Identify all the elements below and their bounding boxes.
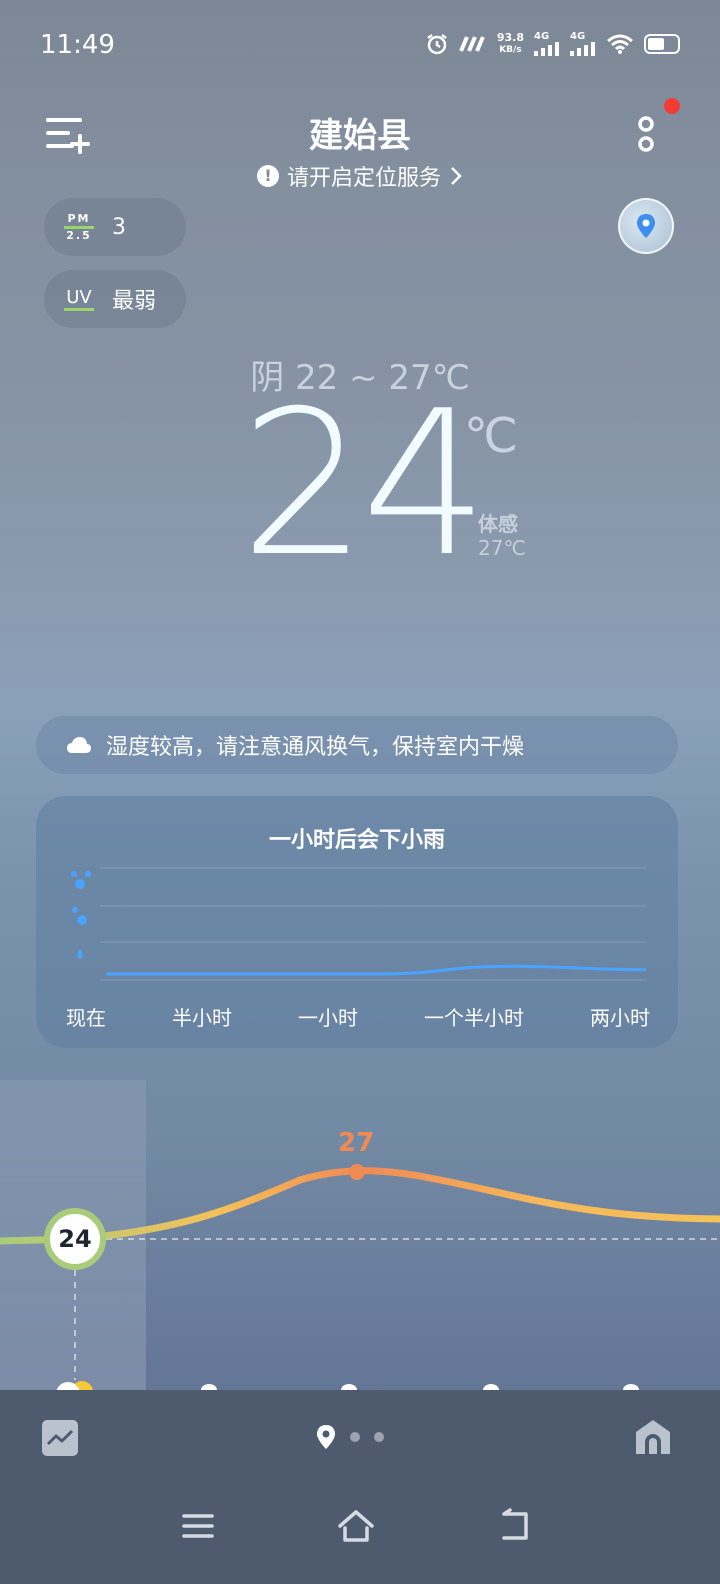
rain-drop-icon [623,1384,639,1390]
back-button[interactable] [496,1506,536,1546]
temperature-line [0,1167,720,1245]
page-indicator [316,1424,384,1450]
hourly-temperature-curve [0,1164,720,1380]
heavy-rain-drops-icon [71,871,91,889]
rain-drop-icon [201,1384,217,1390]
uv-icon: UV [64,287,94,311]
status-time: 11:49 [40,30,115,60]
home-button[interactable] [634,1418,672,1456]
signal-1: 4G [534,32,560,56]
location-service-prompt[interactable]: ! 请开启定位服务 [0,160,720,192]
uv-value: 最弱 [112,289,157,314]
wifi-icon [607,34,633,54]
rain-series-line [106,964,647,976]
axis-label-now: 现在 [66,1006,106,1030]
recent-apps-button[interactable] [178,1506,218,1546]
axis-label-two-hours: 两小时 [590,1006,650,1030]
rain-chart [71,867,647,981]
trend-button[interactable] [42,1420,78,1456]
rain-drop-icon [483,1384,499,1390]
peak-temperature-label: 27 [338,1128,375,1158]
axis-label-one-hour: 一小时 [298,1006,358,1030]
alarm-icon [427,34,447,55]
pm25-icon: PM 2.5 [64,212,94,242]
status-icons: 93.8 KB/s 4G 4G [425,32,680,56]
more-options-button[interactable] [630,112,666,156]
precipitation-card[interactable]: 一小时后会下小雨 现在 半小时 一小时 一个半小时 两小时 [36,796,678,1048]
axis-label-one-half-hour: 一个半小时 [424,1006,524,1030]
system-home-button[interactable] [336,1506,376,1546]
tip-text: 湿度较高，请注意通风换气，保持室内干燥 [106,735,525,760]
map-button[interactable] [618,198,674,254]
feels-like-label: 体感 [478,512,518,536]
back-arrow-icon [502,1508,528,1540]
home-outline-icon [338,1510,374,1542]
menu-icon [182,1514,214,1538]
map-pin-icon [637,214,655,238]
rain-title: 一小时后会下小雨 [268,828,445,853]
temperature-unit: ℃ [464,408,518,464]
signal-bars-icon [570,42,595,56]
cloud-icon [67,737,91,753]
pm25-pill[interactable]: PM 2.5 3 [44,198,186,256]
page-dot[interactable] [350,1432,360,1442]
rain-drop-icon [341,1384,357,1390]
bottom-bar [0,1390,720,1584]
peak-point [349,1164,365,1180]
rain-time-axis: 现在 半小时 一小时 一个半小时 两小时 [66,1002,650,1031]
weather-tip[interactable]: 湿度较高，请注意通风换气，保持室内干燥 [36,716,678,774]
location-warning-text: 请开启定位服务 [286,166,441,191]
page-dot[interactable] [374,1432,384,1442]
current-temperature: 24 [240,368,488,601]
uv-pill[interactable]: UV 最弱 [44,270,186,328]
location-pin-icon [317,1425,335,1449]
medium-rain-drops-icon [72,907,87,925]
current-hour-temp: 24 [44,1208,106,1270]
signal-bars-icon [534,42,559,56]
city-name[interactable]: 建始县 [0,108,720,157]
net-speed: 93.8 KB/s [496,31,524,56]
pm25-value: 3 [112,214,126,240]
feels-like-value: 27℃ [478,536,526,560]
axis-label-half-hour: 半小时 [172,1006,232,1030]
notification-badge [664,98,680,114]
home-icon [636,1420,670,1454]
chevron-right-icon [451,167,462,185]
light-rain-drop-icon [77,948,83,959]
hourly-rain-row [0,1376,720,1390]
more-dots-icon [638,116,654,152]
trend-chart-icon [46,1429,74,1446]
battery-icon [644,34,680,54]
partly-cloudy-icon [56,1381,93,1390]
signal-2: 4G [570,32,596,56]
app-notification-icon [459,36,485,52]
warning-icon: ! [256,165,279,187]
